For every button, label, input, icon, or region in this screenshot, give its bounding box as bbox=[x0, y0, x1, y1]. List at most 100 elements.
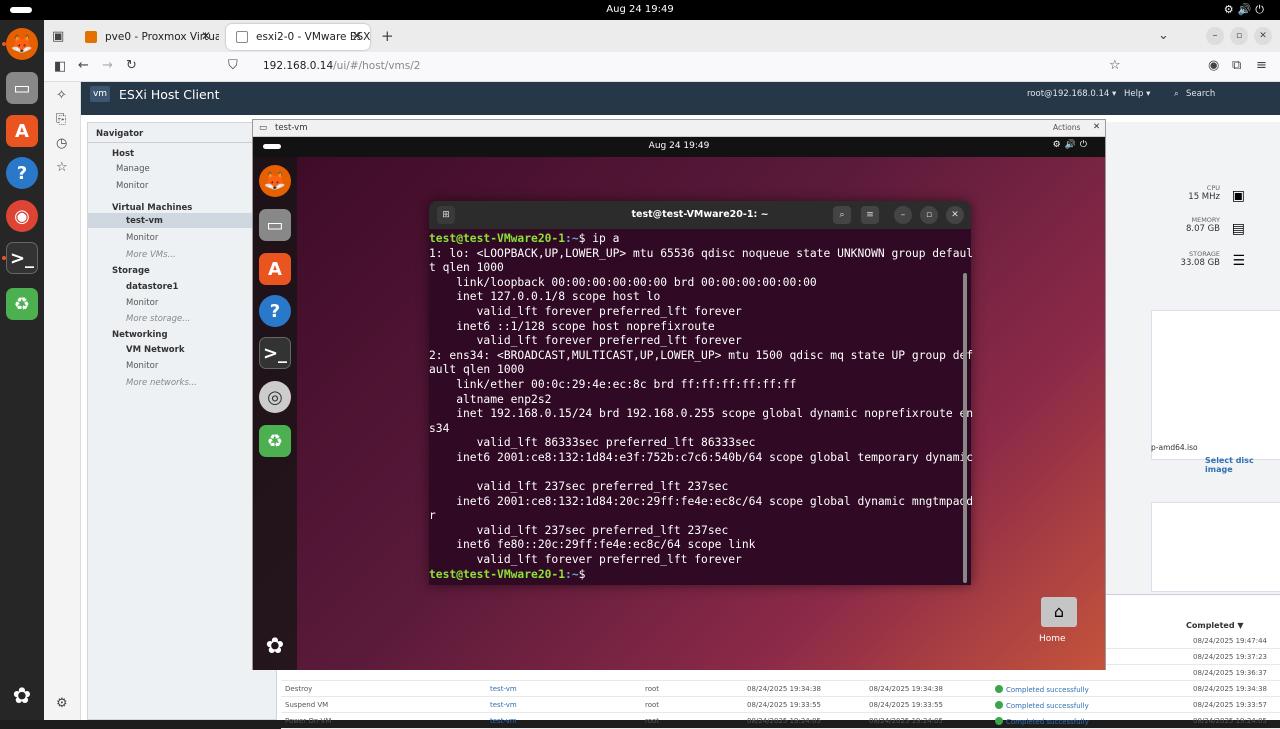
nav-host[interactable]: Host bbox=[112, 149, 134, 159]
maximize-icon[interactable]: ▫ bbox=[920, 206, 938, 224]
minimize-icon[interactable]: – bbox=[1206, 27, 1224, 45]
account-icon[interactable]: ◉ bbox=[1208, 58, 1219, 73]
task-row[interactable]: Power On VM test-vm root 08/24/2025 19:24:0… bbox=[281, 713, 1280, 729]
nav-more-vms[interactable]: More VMs... bbox=[126, 250, 176, 260]
nav-test-vm[interactable]: test-vm bbox=[126, 216, 163, 226]
task-cell-result: Completed successfully bbox=[995, 685, 1089, 694]
extensions-icon[interactable]: ⧉ bbox=[1232, 58, 1241, 73]
reload-icon[interactable]: ↻ bbox=[126, 58, 137, 73]
system-tray-icons[interactable]: ⚙🔊⏻ bbox=[1224, 3, 1268, 17]
close-tab-icon[interactable]: ✕ bbox=[352, 29, 362, 43]
task-cell-target[interactable]: test-vm bbox=[490, 685, 517, 693]
task-cell-text: root bbox=[645, 701, 660, 709]
chrome-icon[interactable]: ◉ bbox=[6, 200, 38, 232]
guest-terminal-icon[interactable]: >_ bbox=[259, 337, 291, 369]
nav-more-networks[interactable]: More networks... bbox=[126, 378, 197, 388]
guest-tray-icons[interactable]: ⚙🔊⏻ bbox=[1053, 140, 1091, 150]
tab-proxmox[interactable]: pve0 - Proxmox Virtual Er ✕ bbox=[75, 24, 219, 50]
home-folder-icon[interactable]: ⌂ bbox=[1041, 597, 1077, 627]
url-field[interactable]: 192.168.0.14/ui/#/host/vms/2 bbox=[263, 60, 420, 72]
list-tabs-icon[interactable]: ⌄ bbox=[1158, 28, 1169, 43]
console-icon: ▭ bbox=[259, 123, 268, 133]
task-cell-completed: 08/24/2025 19:36:37 bbox=[1193, 669, 1267, 677]
url-host: 192.168.0.14 bbox=[263, 60, 334, 72]
guest-app-center-icon[interactable]: A bbox=[259, 253, 291, 285]
task-cell-text: 08/24/2025 19:34:38 bbox=[1193, 685, 1268, 693]
help-menu[interactable]: Help ▾ bbox=[1124, 89, 1150, 99]
guest-help-icon[interactable]: ? bbox=[259, 295, 291, 327]
nav-host-monitor[interactable]: Monitor bbox=[116, 181, 148, 191]
stat-value: 33.08 GB bbox=[1180, 258, 1220, 268]
task-cell-text: 08/24/2025 19:47:44 bbox=[1193, 637, 1268, 645]
nav-datastore-monitor[interactable]: Monitor bbox=[126, 298, 158, 308]
synced-tabs-icon[interactable]: ⎘ bbox=[56, 112, 66, 127]
guest-trash-icon[interactable]: ♻ bbox=[259, 425, 291, 457]
task-cell-text: 08/24/2025 19:24:05 bbox=[1193, 717, 1268, 725]
terminal-output[interactable]: test@test-VMware20-1:~$ ip a 1: lo: <LOO… bbox=[429, 232, 973, 582]
nav-storage[interactable]: Storage bbox=[112, 266, 150, 276]
select-disc-image-link[interactable]: Select disc image bbox=[1205, 456, 1280, 474]
terminal-window[interactable]: ⊞ test@test-VMware20-1: ~ ⌕ ≡ – ▫ ✕ test… bbox=[429, 201, 973, 585]
nav-more-storage[interactable]: More storage... bbox=[126, 314, 190, 324]
task-cell-completed: 08/24/2025 19:34:38 bbox=[1193, 685, 1267, 693]
new-tab-icon[interactable]: + bbox=[381, 27, 394, 45]
hamburger-menu-icon[interactable]: ≡ bbox=[861, 206, 879, 224]
task-row[interactable]: Destroy test-vm root 08/24/2025 19:34:38 08/… bbox=[281, 681, 1280, 697]
back-icon[interactable]: ← bbox=[78, 58, 89, 73]
app-center-icon[interactable]: A bbox=[6, 115, 38, 147]
show-apps-icon[interactable]: ✿ bbox=[6, 680, 38, 712]
task-row[interactable]: Suspend VM test-vm root 08/24/2025 19:33:55… bbox=[281, 697, 1280, 713]
close-window-icon[interactable]: ✕ bbox=[1254, 27, 1272, 45]
trash-icon[interactable]: ♻ bbox=[6, 288, 38, 320]
firefox-icon[interactable]: 🦊 bbox=[6, 28, 38, 60]
tab-overview-icon[interactable]: ▣ bbox=[52, 29, 64, 44]
command-text: $ ip a bbox=[578, 232, 620, 245]
actions-menu[interactable]: Actions bbox=[1053, 123, 1080, 132]
guest-show-apps-icon[interactable]: ✿ bbox=[259, 630, 291, 662]
menu-icon[interactable]: ≡ bbox=[1256, 58, 1267, 73]
nav-network-monitor[interactable]: Monitor bbox=[126, 361, 158, 371]
files-icon[interactable]: ▭ bbox=[6, 72, 38, 104]
completed-column-header[interactable]: Completed ▼ bbox=[1186, 621, 1244, 630]
maximize-icon[interactable]: ▫ bbox=[1230, 27, 1248, 45]
tab-bar: ▣ pve0 - Proxmox Virtual Er ✕ esxi2-0 - … bbox=[44, 20, 1280, 52]
navigation-toolbar: ◧ ← → ↻ ⛉ 192.168.0.14/ui/#/host/vms/2 ☆… bbox=[44, 52, 1280, 82]
sidebar-toggle-icon[interactable]: ◧ bbox=[54, 59, 66, 74]
close-icon[interactable]: ✕ bbox=[946, 206, 964, 224]
help-icon[interactable]: ? bbox=[6, 157, 38, 189]
nav-datastore1[interactable]: datastore1 bbox=[126, 282, 178, 292]
forward-icon[interactable]: → bbox=[102, 58, 113, 73]
user-menu[interactable]: root@192.168.0.14 ▾ bbox=[1027, 89, 1116, 99]
guest-firefox-icon[interactable]: 🦊 bbox=[259, 165, 291, 197]
terminal-title: test@test-VMware20-1: ~ bbox=[631, 209, 769, 220]
search-icon[interactable]: ⌕ bbox=[833, 206, 851, 224]
guest-clock[interactable]: Aug 24 19:49 bbox=[253, 141, 1105, 151]
guest-disc-icon[interactable]: ◎ bbox=[259, 381, 291, 413]
bookmarks-icon[interactable]: ☆ bbox=[56, 160, 68, 175]
minimize-icon[interactable]: – bbox=[894, 206, 912, 224]
tab-esxi[interactable]: esxi2-0 - VMware ESXi ✕ bbox=[226, 24, 370, 50]
system-clock[interactable]: Aug 24 19:49 bbox=[0, 4, 1280, 15]
iso-path: p-amd64.iso bbox=[1151, 443, 1198, 452]
navigator-panel: Navigator « Host Manage Monitor Virtual … bbox=[87, 122, 277, 720]
nav-networking[interactable]: Networking bbox=[112, 330, 168, 340]
nav-vm-network[interactable]: VM Network bbox=[126, 345, 184, 355]
close-tab-icon[interactable]: ✕ bbox=[201, 29, 211, 43]
page-info-icon[interactable]: ⛉ bbox=[228, 58, 238, 73]
ai-chat-icon[interactable]: ✧ bbox=[56, 88, 67, 103]
task-cell-target[interactable]: test-vm bbox=[490, 701, 517, 709]
terminal-icon[interactable]: >_ bbox=[6, 242, 38, 274]
task-cell-target[interactable]: test-vm bbox=[490, 717, 517, 725]
bookmark-star-icon[interactable]: ☆ bbox=[1109, 58, 1121, 73]
history-icon[interactable]: ◷ bbox=[56, 136, 67, 151]
search-button[interactable]: Search bbox=[1186, 89, 1215, 99]
terminal-scrollbar[interactable] bbox=[963, 273, 967, 583]
nav-host-manage[interactable]: Manage bbox=[116, 164, 150, 174]
settings-gear-icon[interactable]: ⚙ bbox=[56, 696, 68, 711]
console-titlebar: ▭ test-vm Actions ✕ bbox=[253, 120, 1105, 137]
nav-virtual-machines[interactable]: Virtual Machines bbox=[112, 203, 192, 213]
close-console-icon[interactable]: ✕ bbox=[1093, 122, 1100, 132]
search-icon[interactable]: ⌕ bbox=[1174, 89, 1179, 99]
guest-files-icon[interactable]: ▭ bbox=[259, 209, 291, 241]
nav-vm-monitor[interactable]: Monitor bbox=[126, 233, 158, 243]
